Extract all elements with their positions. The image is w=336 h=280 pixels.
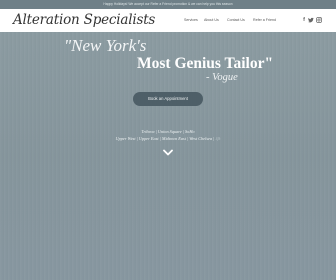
quote-attribution: - Vogue	[206, 72, 238, 83]
scroll-down-chevron-icon[interactable]	[163, 149, 173, 156]
facebook-icon[interactable]: f	[301, 17, 307, 23]
announcement-bar: Happy Holidays! We accept our Refer a Fr…	[0, 0, 336, 9]
quote-line-1: "New York's	[64, 36, 147, 55]
locations-line-2-dim: Jfk	[215, 135, 221, 141]
book-appointment-button[interactable]: Book an Appointment	[133, 92, 203, 106]
site-header: Alteration Specialists Services About Us…	[0, 9, 336, 32]
logo[interactable]: Alteration Specialists	[13, 11, 155, 29]
locations-line-2-main: Upper West | Upper East | Midtown East |…	[115, 135, 215, 141]
nav-refer-a-friend[interactable]: Refer a Friend	[253, 9, 276, 32]
nav-about-us[interactable]: About Us	[204, 9, 219, 32]
nav-contact-us[interactable]: Contact Us	[227, 9, 245, 32]
nav-services[interactable]: Services	[184, 9, 198, 32]
instagram-icon[interactable]	[316, 17, 322, 23]
locations-line-2: Upper West | Upper East | Midtown East |…	[0, 136, 336, 143]
locations-list: Tribeca | Union Square | SoHo Upper West…	[0, 129, 336, 142]
twitter-icon[interactable]	[308, 17, 314, 23]
